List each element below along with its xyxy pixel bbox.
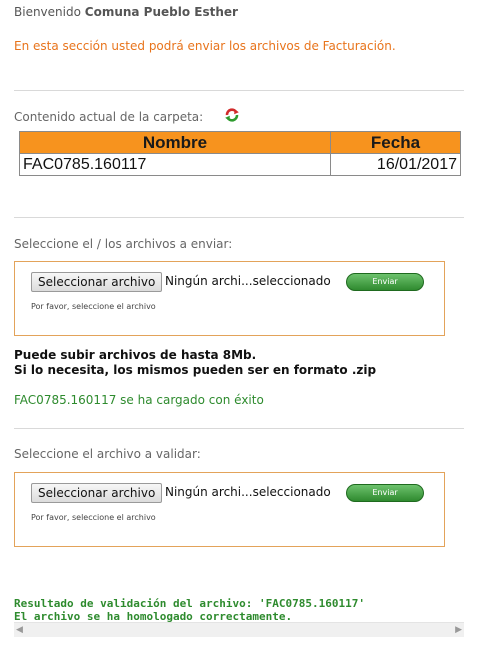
- welcome-prefix: Bienvenido: [14, 5, 81, 19]
- divider: [14, 428, 464, 429]
- validate-send-button[interactable]: Enviar: [346, 484, 424, 502]
- validate-no-file-text: Ningún archi...seleccionado: [165, 485, 331, 499]
- welcome-user-name: Comuna Pueblo Esther: [84, 5, 238, 19]
- column-header-name: Nombre: [19, 131, 331, 154]
- validation-result: Resultado de validación del archivo: 'FA…: [14, 597, 365, 623]
- upload-send-button[interactable]: Enviar: [346, 273, 424, 291]
- validate-label: Seleccione el archivo a validar:: [14, 447, 201, 461]
- welcome-text: Bienvenido Comuna Pueblo Esther: [14, 5, 238, 19]
- upload-no-file-text: Ningún archi...seleccionado: [165, 274, 331, 288]
- folder-contents-table: Nombre Fecha FAC0785.160117 16/01/2017: [19, 131, 461, 176]
- intro-text: En esta sección usted podrá enviar los a…: [14, 39, 396, 53]
- file-name-cell: FAC0785.160117: [19, 153, 331, 176]
- table-header-row: Nombre Fecha: [19, 131, 461, 154]
- folder-label: Contenido actual de la carpeta:: [14, 110, 204, 124]
- upload-select-file-button[interactable]: Seleccionar archivo: [31, 272, 163, 292]
- horizontal-scrollbar[interactable]: ◀ ▶: [14, 622, 464, 637]
- validation-result-line1: Resultado de validación del archivo: 'FA…: [14, 597, 365, 610]
- upload-limit-note: Puede subir archivos de hasta 8Mb. Si lo…: [14, 348, 376, 378]
- validate-panel: Seleccionar archivo Ningún archi...selec…: [14, 472, 445, 547]
- refresh-icon[interactable]: [224, 107, 240, 123]
- upload-label: Seleccione el / los archivos a enviar:: [14, 237, 233, 251]
- divider: [14, 90, 464, 91]
- validate-select-file-button[interactable]: Seleccionar archivo: [31, 483, 163, 503]
- file-date-cell: 16/01/2017: [330, 153, 461, 176]
- divider: [14, 217, 464, 218]
- column-header-date: Fecha: [330, 131, 461, 154]
- upload-hint: Por favor, seleccione el archivo: [31, 302, 156, 311]
- upload-success-message: FAC0785.160117 se ha cargado con éxito: [14, 393, 264, 407]
- scroll-left-icon[interactable]: ◀: [16, 625, 23, 635]
- upload-limit-line1: Puede subir archivos de hasta 8Mb.: [14, 348, 257, 362]
- scroll-right-icon[interactable]: ▶: [455, 625, 462, 635]
- upload-limit-line2: Si lo necesita, los mismos pueden ser en…: [14, 363, 377, 377]
- table-row: FAC0785.160117 16/01/2017: [19, 153, 461, 176]
- upload-panel: Seleccionar archivo Ningún archi...selec…: [14, 261, 445, 336]
- validate-hint: Por favor, seleccione el archivo: [31, 513, 156, 522]
